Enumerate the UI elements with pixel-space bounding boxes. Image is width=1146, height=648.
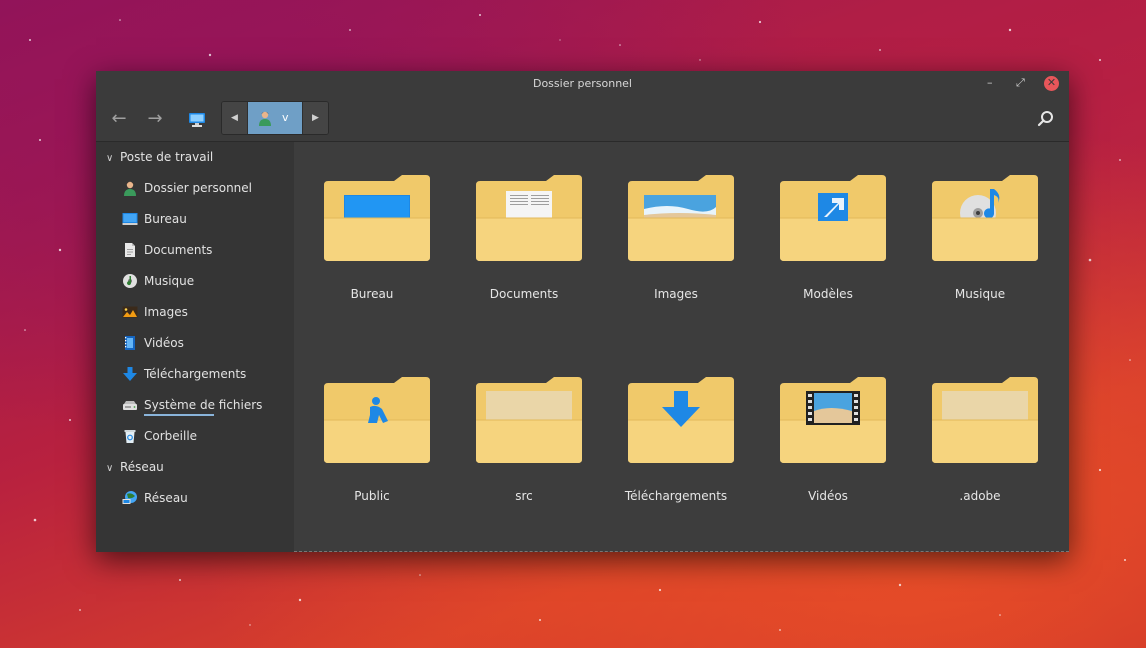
- user-avatar-icon: [259, 111, 271, 126]
- folder-images-icon: [628, 175, 734, 261]
- folder-desktop-icon: [324, 175, 430, 261]
- sidebar-item-filesystem[interactable]: Système de fichiers: [122, 394, 287, 416]
- places-sidebar: ∨ Poste de travail Dossier personnel Bure…: [96, 142, 294, 552]
- maximize-button[interactable]: ⤢: [1016, 71, 1025, 97]
- folder-item[interactable]: Musique: [920, 175, 1040, 325]
- sidebar-item-desktop[interactable]: Bureau: [122, 208, 287, 230]
- sidebar-section-title: Poste de travail: [120, 150, 214, 164]
- document-icon: [125, 243, 135, 257]
- music-icon: [123, 274, 137, 288]
- image-icon: [122, 306, 138, 318]
- folder-public-icon: [324, 377, 430, 463]
- chevron-down-icon: ∨: [106, 463, 114, 474]
- folder-name: Public: [354, 489, 390, 503]
- folder-view: Bureau Documents Images Modèles Musique …: [294, 142, 1069, 552]
- sidebar-section-title: Réseau: [120, 460, 164, 474]
- sidebar-item-network[interactable]: Réseau: [122, 487, 287, 509]
- sidebar-item-label: Corbeille: [144, 429, 198, 443]
- download-icon: [123, 367, 137, 381]
- sidebar-item-images[interactable]: Images: [122, 301, 287, 323]
- computer-icon: [189, 113, 205, 127]
- minimize-button[interactable]: –: [987, 71, 993, 97]
- sidebar-item-documents[interactable]: Documents: [122, 239, 287, 261]
- sidebar-item-label: Système de fichiers: [144, 398, 263, 412]
- folder-name: Bureau: [350, 287, 394, 301]
- window-title: Dossier personnel: [532, 77, 632, 90]
- folder-item[interactable]: src: [464, 377, 584, 527]
- back-button[interactable]: ←: [104, 105, 134, 135]
- path-scroll-right-button[interactable]: ▶: [302, 102, 328, 134]
- path-bar: ◀ v ▶: [221, 101, 329, 135]
- sidebar-item-music[interactable]: Musique: [122, 270, 287, 292]
- sidebar-item-videos[interactable]: Vidéos: [122, 332, 287, 354]
- sidebar-section-computer[interactable]: ∨ Poste de travail: [106, 147, 213, 167]
- folder-templates-icon: [780, 175, 886, 261]
- chevron-down-icon: ∨: [106, 153, 114, 164]
- folder-name: Téléchargements: [624, 489, 728, 503]
- drive-icon: [123, 401, 137, 410]
- trash-icon: [124, 430, 136, 443]
- user-home-icon: [124, 181, 136, 196]
- folder-name: Musique: [954, 287, 1006, 301]
- search-icon[interactable]: [1036, 109, 1056, 129]
- sidebar-item-label: Dossier personnel: [144, 181, 253, 195]
- view-bottom-edge: [294, 550, 1069, 552]
- sidebar-item-label: Images: [144, 305, 188, 319]
- folder-videos-icon: [780, 377, 886, 463]
- computer-button[interactable]: [182, 105, 212, 135]
- folder-src-icon: [476, 377, 582, 463]
- folder-name: Images: [654, 287, 698, 301]
- sidebar-item-label: Réseau: [144, 491, 188, 505]
- folder-name: Modèles: [803, 287, 853, 301]
- folder-item[interactable]: Public: [312, 377, 432, 527]
- folder-adobe-icon: [932, 377, 1038, 463]
- sidebar-item-home[interactable]: Dossier personnel: [122, 177, 287, 199]
- path-scroll-left-button[interactable]: ◀: [222, 102, 248, 134]
- sidebar-item-downloads[interactable]: Téléchargements: [122, 363, 287, 385]
- sidebar-item-label: Bureau: [144, 212, 187, 226]
- desktop-icon: [122, 213, 138, 225]
- drop-target-underline: [144, 414, 214, 416]
- folder-music-icon: [932, 175, 1038, 261]
- file-manager-window: Dossier personnel – ⤢ ✕ ← → ◀ v ▶ ∨ Post…: [96, 71, 1069, 552]
- folder-item[interactable]: Documents: [464, 175, 584, 325]
- folder-item[interactable]: Téléchargements: [616, 377, 736, 527]
- video-icon: [125, 336, 135, 350]
- sidebar-item-trash[interactable]: Corbeille: [122, 425, 287, 447]
- sidebar-item-label: Téléchargements: [144, 367, 247, 381]
- close-button[interactable]: ✕: [1044, 76, 1059, 91]
- folder-item[interactable]: Bureau: [312, 175, 432, 325]
- folder-item[interactable]: Images: [616, 175, 736, 325]
- forward-button[interactable]: →: [140, 105, 170, 135]
- folder-item[interactable]: Modèles: [768, 175, 888, 325]
- title-bar[interactable]: Dossier personnel – ⤢ ✕: [96, 71, 1069, 97]
- folder-downloads-icon: [628, 377, 734, 463]
- sidebar-item-label: Musique: [144, 274, 195, 288]
- sidebar-item-label: Vidéos: [144, 336, 184, 350]
- folder-name: Vidéos: [808, 489, 848, 503]
- sidebar-section-network[interactable]: ∨ Réseau: [106, 457, 164, 477]
- folder-name: Documents: [489, 287, 559, 301]
- path-crumb-label: v: [282, 111, 289, 124]
- folder-name: .adobe: [959, 489, 1001, 503]
- toolbar: ← → ◀ v ▶: [96, 97, 1069, 141]
- network-icon: [122, 491, 137, 504]
- folder-item[interactable]: .adobe: [920, 377, 1040, 527]
- folder-name: src: [515, 489, 533, 503]
- folder-documents-icon: [476, 175, 582, 261]
- path-crumb-home[interactable]: v: [248, 102, 303, 134]
- folder-item[interactable]: Vidéos: [768, 377, 888, 527]
- sidebar-item-label: Documents: [144, 243, 213, 257]
